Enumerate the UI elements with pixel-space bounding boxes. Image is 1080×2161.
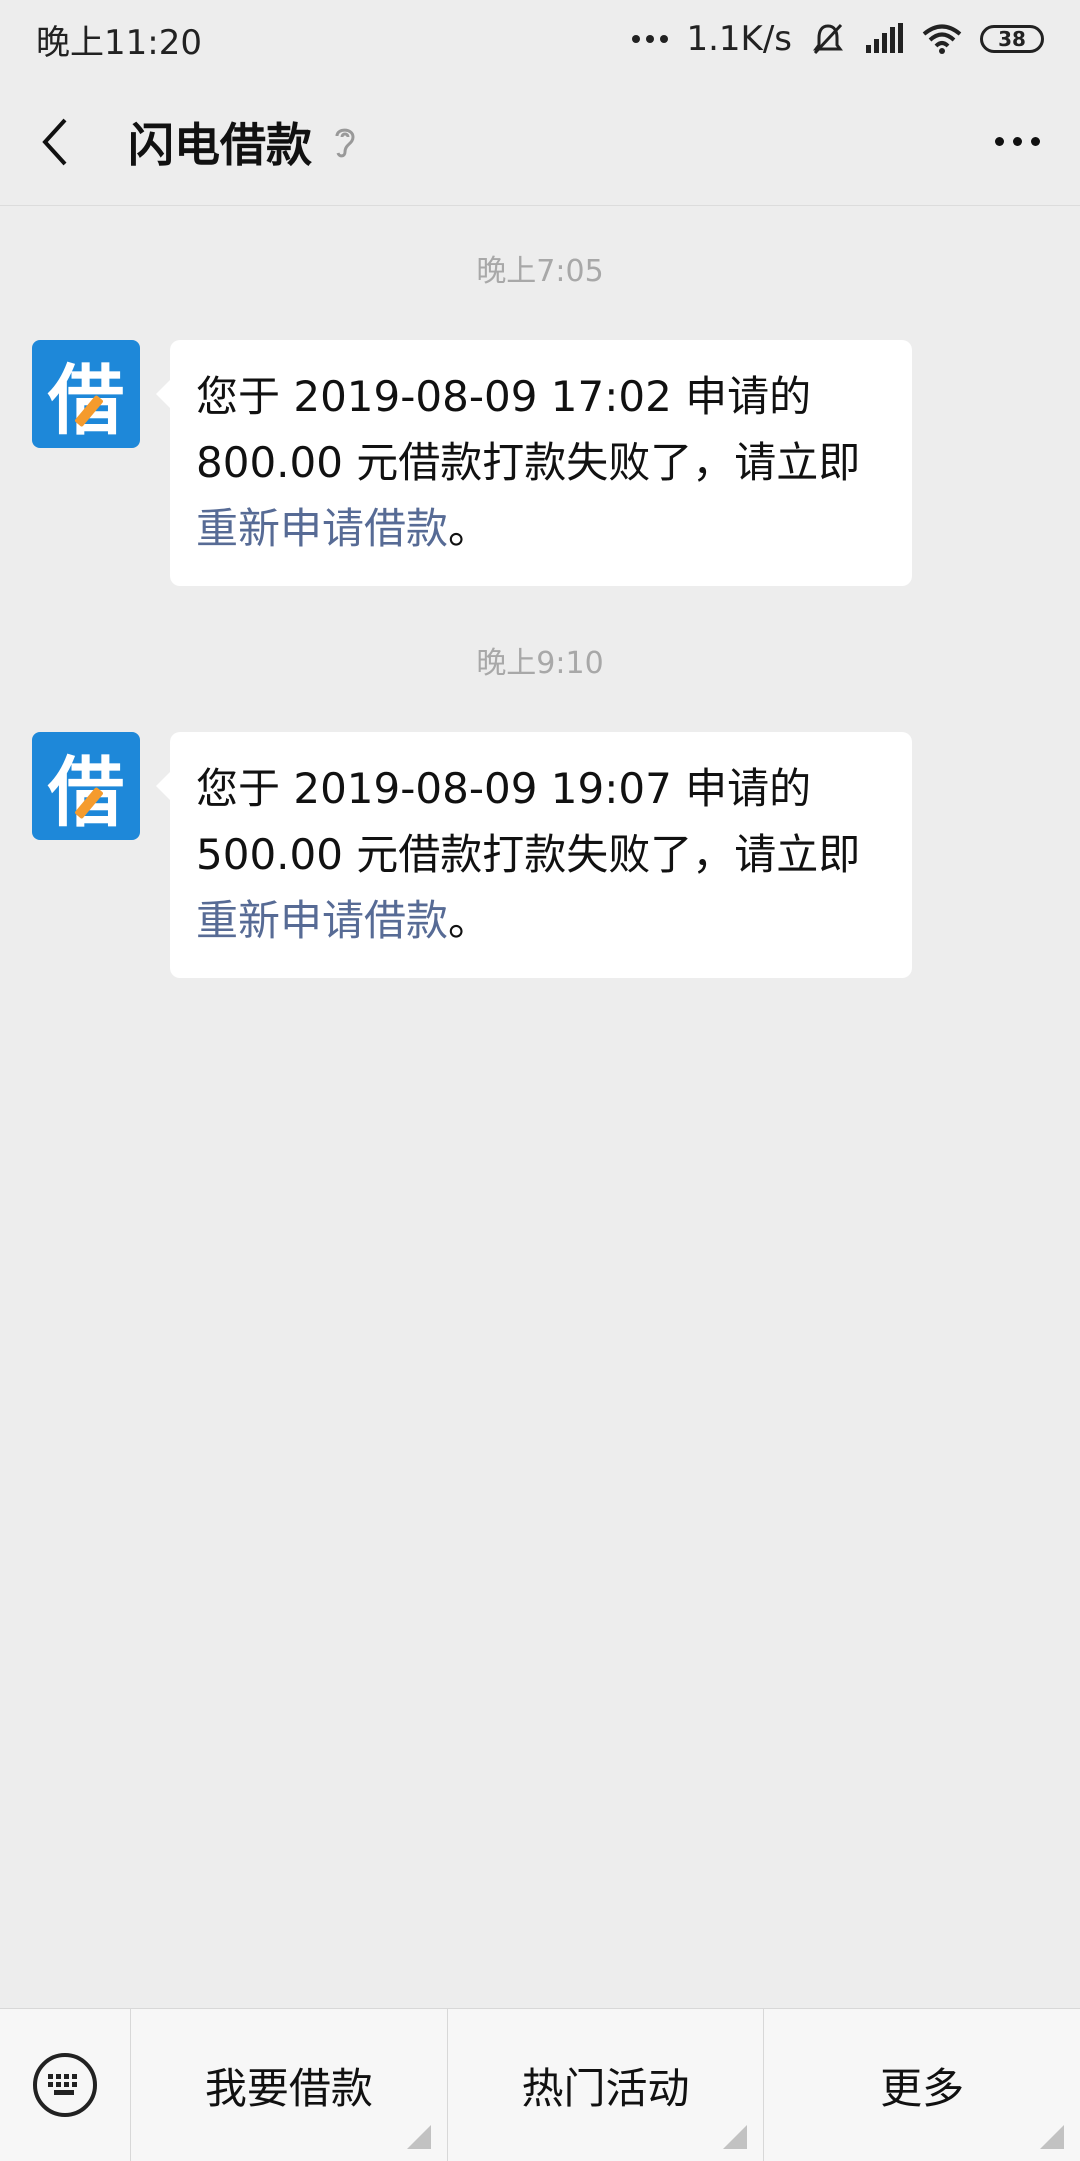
menu-item-label: 我要借款 (204, 2063, 373, 2113)
message-item: 借 您于 2019-08-09 17:02 申请的 800.00 元借款打款失败… (32, 340, 912, 586)
bottom-menu: 我要借款 热门活动 更多 (0, 2008, 1080, 2161)
network-speed: 1.1K/s (686, 19, 792, 59)
keyboard-toggle-button[interactable] (0, 2009, 130, 2161)
page-title: 闪电借款 (128, 117, 312, 172)
avatar[interactable]: 借 (32, 340, 140, 448)
menu-item-hot-activities[interactable]: 热门活动 (446, 2009, 764, 2161)
message-text: 您于 2019-08-09 19:07 申请的 500.00 元借款打款失败了，… (196, 764, 861, 879)
menu-item-label: 更多 (880, 2063, 965, 2113)
battery-level: 38 (998, 27, 1026, 51)
signal-icon (866, 23, 903, 53)
wifi-icon (922, 24, 962, 54)
avatar-char: 借 (48, 356, 124, 445)
message-timestamp: 晚上7:05 (476, 254, 604, 289)
menu-item-more[interactable]: 更多 (763, 2009, 1080, 2161)
menu-item-borrow[interactable]: 我要借款 (130, 2009, 447, 2161)
more-options-button[interactable] (985, 127, 1050, 156)
avatar[interactable]: 借 (32, 732, 140, 840)
message-bubble[interactable]: 您于 2019-08-09 19:07 申请的 500.00 元借款打款失败了，… (156, 732, 912, 978)
menu-item-label: 热门活动 (521, 2063, 690, 2113)
submenu-corner-icon (723, 2125, 748, 2149)
status-icons: 1.1K/s 38 (632, 19, 1044, 59)
status-bar: 晚上11:20 1.1K/s 38 (0, 0, 1080, 78)
reapply-link[interactable]: 重新申请借款 (196, 896, 448, 945)
message-text: 您于 2019-08-09 17:02 申请的 800.00 元借款打款失败了，… (196, 372, 861, 487)
reapply-link[interactable]: 重新申请借款 (196, 504, 448, 553)
message-bubble[interactable]: 您于 2019-08-09 17:02 申请的 800.00 元借款打款失败了，… (156, 340, 912, 586)
message-timestamp: 晚上9:10 (476, 646, 604, 681)
more-dot (1013, 137, 1022, 146)
more-dot (1031, 137, 1040, 146)
back-button[interactable] (30, 112, 80, 172)
chevron-left-icon (42, 118, 67, 165)
more-dot (995, 137, 1004, 146)
mute-bell-icon (813, 23, 843, 55)
submenu-corner-icon (406, 2125, 431, 2149)
status-time: 晚上11:20 (36, 22, 202, 63)
submenu-corner-icon (1040, 2125, 1065, 2149)
avatar-char: 借 (48, 748, 124, 837)
more-notifications-icon (632, 35, 669, 43)
earpiece-icon (330, 122, 360, 162)
message-tail: 。 (448, 504, 491, 553)
battery-icon: 38 (980, 25, 1044, 53)
keyboard-icon (33, 2053, 97, 2117)
message-item: 借 您于 2019-08-09 19:07 申请的 500.00 元借款打款失败… (32, 732, 912, 978)
message-tail: 。 (448, 896, 491, 945)
title-bar: 闪电借款 (0, 78, 1080, 206)
